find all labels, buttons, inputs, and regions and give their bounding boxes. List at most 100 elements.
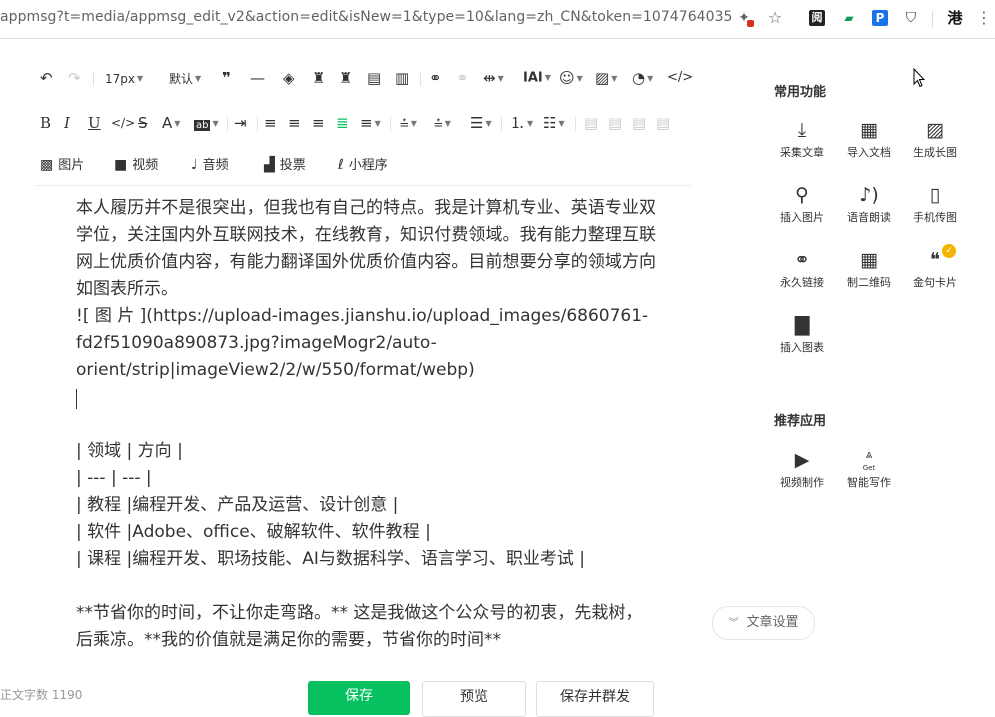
feature-label: 插入图片 bbox=[780, 211, 824, 224]
browser-menu-icon[interactable]: ⋮ bbox=[976, 10, 992, 26]
align-justify-icon[interactable]: ≣ bbox=[336, 112, 349, 134]
inline-code-icon[interactable]: </> bbox=[111, 112, 135, 134]
align-more-icon[interactable]: ≡ ▼ bbox=[360, 112, 381, 134]
feature-insert-chart[interactable]: ▇ 插入图表 bbox=[769, 313, 835, 355]
extension-shield-icon[interactable]: ⛉ bbox=[903, 10, 919, 26]
float-none-icon[interactable]: ▤ bbox=[656, 112, 670, 134]
image-icon: ▩ bbox=[40, 157, 54, 173]
caret-line bbox=[76, 384, 656, 411]
paragraph-spacing-after-icon[interactable]: ⩮ ▼ bbox=[434, 112, 451, 134]
clear-style-icon[interactable]: ♜ bbox=[339, 67, 352, 89]
background-color-icon[interactable]: ab ▼ bbox=[194, 112, 219, 134]
feature-long-image[interactable]: ▨ 生成长图 bbox=[902, 118, 968, 160]
unlink-icon[interactable]: ⚭ bbox=[456, 67, 469, 89]
font-size-value: 17px bbox=[105, 72, 135, 86]
toolbar-row-1: ↶ ↷ 17px ▼ 默认 ▼ ❞ — ◈ ♜ ♜ ▤ ▥ ⚭ ⚭ ⇹ ▼ IAI ▼ … bbox=[35, 63, 693, 93]
float-center-icon[interactable]: ▤ bbox=[608, 112, 622, 134]
feature-label: 永久链接 bbox=[780, 276, 824, 289]
article-editor[interactable]: 本人履历并不是很突出，但我也有自己的特点。我是计算机专业、英语专业双学位，关注国… bbox=[76, 195, 656, 654]
indent-margin-icon[interactable]: ⇹ ▼ bbox=[483, 67, 504, 89]
insert-vote-label: 投票 bbox=[279, 158, 306, 173]
extension-p-icon[interactable]: P bbox=[872, 10, 888, 26]
feature-label: 手机传图 bbox=[913, 211, 957, 224]
float-left-icon[interactable]: ▤ bbox=[584, 112, 598, 134]
vote-chart-icon: ▟ bbox=[264, 157, 275, 173]
letter-spacing-icon[interactable]: IAI ▼ bbox=[523, 67, 551, 89]
code-view-icon[interactable]: </> bbox=[667, 67, 693, 89]
extension-puzzle-icon[interactable]: ✦ bbox=[736, 10, 754, 27]
article-settings-button[interactable]: ︾ 文章设置 bbox=[712, 606, 815, 640]
insert-video-label: 视频 bbox=[132, 158, 159, 173]
long-image-icon: ▨ bbox=[926, 119, 944, 141]
strikethrough-icon[interactable]: S bbox=[138, 112, 148, 134]
feature-label: 采集文章 bbox=[780, 146, 824, 159]
feature-permanent-link[interactable]: ⚭ 永久链接 bbox=[769, 248, 835, 290]
clear-format-icon[interactable]: ♜ bbox=[312, 67, 325, 89]
insert-miniprogram-button[interactable]: ℓ 小程序 bbox=[338, 153, 388, 177]
app-ai-write[interactable]: ⩓ Get 智能写作 bbox=[836, 448, 902, 490]
recommended-apps-title: 推荐应用 bbox=[774, 414, 827, 429]
ordered-list-icon[interactable]: ⒈ ▼ bbox=[510, 112, 533, 134]
feature-import-doc[interactable]: ▦ 导入文档 bbox=[836, 118, 902, 160]
font-size-select[interactable]: 17px ▼ bbox=[105, 67, 143, 89]
app-label: 智能写作 bbox=[847, 476, 891, 489]
address-bar[interactable]: appmsg?t=media/appmsg_edit_v2&action=edi… bbox=[0, 9, 732, 25]
redo-icon[interactable]: ↷ bbox=[68, 67, 81, 89]
feature-quote-card[interactable]: ❝ ✓ 金句卡片 bbox=[902, 244, 968, 290]
unordered-list-icon[interactable]: ☷ ▼ bbox=[543, 112, 565, 134]
align-center-icon[interactable]: ≡ bbox=[288, 112, 301, 134]
insert-image-button[interactable]: ▩ 图片 bbox=[40, 153, 84, 177]
feature-qrcode[interactable]: ▦ 制二维码 bbox=[836, 248, 902, 290]
template-icon[interactable]: ▥ bbox=[395, 67, 409, 89]
miniprogram-icon: ℓ bbox=[338, 157, 344, 173]
line-height-select[interactable]: 默认 ▼ bbox=[169, 67, 201, 89]
insert-video-button[interactable]: ■ 视频 bbox=[114, 153, 158, 177]
toolbar-divider bbox=[932, 11, 933, 27]
insert-vote-button[interactable]: ▟ 投票 bbox=[264, 153, 306, 177]
app-video-make[interactable]: ▶ 视频制作 bbox=[769, 448, 835, 490]
bold-icon[interactable]: B bbox=[40, 112, 51, 134]
float-right-icon[interactable]: ▤ bbox=[632, 112, 646, 134]
line-spacing-icon[interactable]: ☰ ▼ bbox=[470, 112, 492, 134]
align-left-icon[interactable]: ≡ bbox=[264, 112, 277, 134]
align-right-icon[interactable]: ≡ bbox=[312, 112, 325, 134]
indent-icon[interactable]: ⇥ bbox=[234, 112, 247, 134]
media-insert-bar: ▩ 图片 ■ 视频 ♩ 音频 ▟ 投票 ℓ 小程序 bbox=[40, 153, 680, 177]
save-button[interactable]: 保存 bbox=[308, 681, 410, 715]
extension-green-icon[interactable]: ▰ bbox=[841, 10, 857, 26]
feature-insert-image[interactable]: ⚲ 插入图片 bbox=[769, 183, 835, 225]
font-color-icon[interactable]: A ▼ bbox=[162, 112, 180, 134]
bookmark-star-icon[interactable]: ☆ bbox=[767, 10, 783, 26]
insert-image-label: 图片 bbox=[58, 158, 85, 173]
qrcode-icon: ▦ bbox=[860, 249, 878, 271]
undo-icon[interactable]: ↶ bbox=[40, 67, 53, 89]
voice-read-icon: ♪) bbox=[859, 184, 879, 206]
save-and-mass-send-button[interactable]: 保存并群发 bbox=[536, 681, 654, 717]
italic-icon[interactable]: I bbox=[64, 112, 70, 134]
horizontal-rule-icon[interactable]: — bbox=[250, 67, 265, 89]
quote-icon[interactable]: ❞ bbox=[222, 67, 231, 89]
feature-voice-read[interactable]: ♪) 语音朗读 bbox=[836, 183, 902, 225]
template-add-icon[interactable]: ▤ bbox=[367, 67, 381, 89]
format-painter-icon[interactable]: ◈ bbox=[283, 67, 295, 89]
hyperlink-icon[interactable]: ⚭ bbox=[429, 67, 442, 89]
insert-audio-button[interactable]: ♩ 音频 bbox=[191, 153, 229, 177]
image-markdown-line-1: ![ 图 片 ](https://upload-images.jianshu.i… bbox=[76, 306, 649, 326]
feature-phone-upload[interactable]: ▯ 手机传图 bbox=[902, 183, 968, 225]
insert-more-icon[interactable]: ◔ ▼ bbox=[632, 67, 653, 89]
extension-gang-icon[interactable]: 港 bbox=[947, 10, 963, 26]
extension-dark-icon[interactable]: 阅 bbox=[809, 10, 825, 26]
intro-paragraph: 本人履历并不是很突出，但我也有自己的特点。我是计算机专业、英语专业双学位，关注国… bbox=[76, 198, 656, 299]
table-row: | 教程 |编程开发、产品及运营、设计创意 | bbox=[76, 495, 399, 515]
app-label: 视频制作 bbox=[780, 476, 824, 489]
feature-collect-article[interactable]: ⤓ 采集文章 bbox=[769, 118, 835, 160]
toolbar-separator bbox=[227, 117, 228, 131]
underline-icon[interactable]: U bbox=[88, 112, 101, 134]
collect-icon: ⤓ bbox=[797, 119, 807, 141]
insert-image-icon[interactable]: ▨ ▼ bbox=[595, 67, 617, 89]
emoji-icon[interactable]: ☺ ▼ bbox=[559, 67, 583, 89]
preview-button[interactable]: 预览 bbox=[422, 681, 526, 717]
video-camera-icon: ■ bbox=[114, 157, 128, 173]
paragraph-spacing-before-icon[interactable]: ⩮ ▼ bbox=[400, 112, 417, 134]
